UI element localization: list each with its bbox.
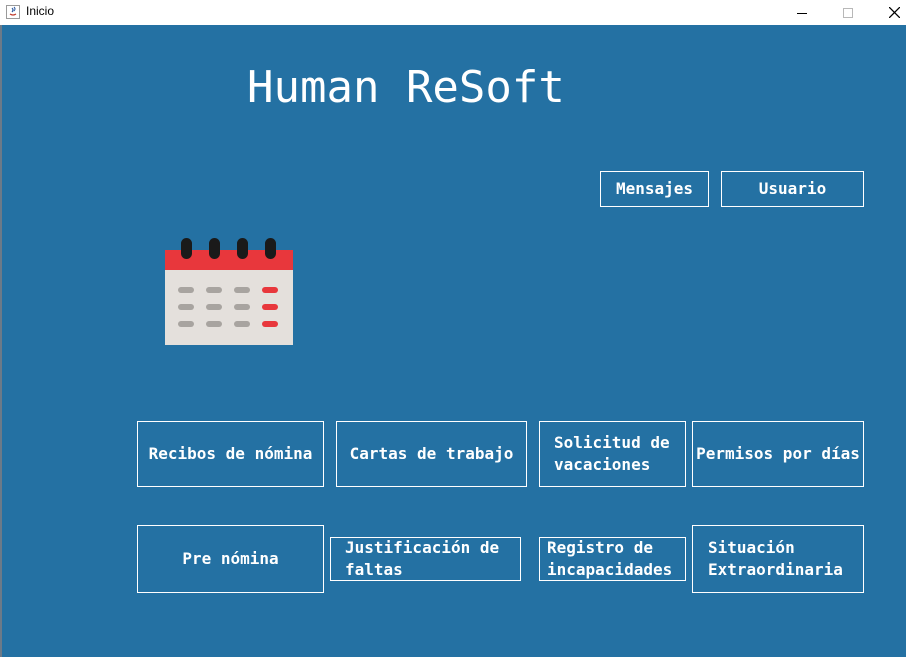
extraordinary-situation-button[interactable]: Situación Extraordinaria: [692, 525, 864, 593]
window-titlebar: Inicio: [0, 0, 917, 25]
minimize-button[interactable]: [779, 0, 825, 25]
absence-justification-label-line2: faltas: [345, 560, 403, 579]
calendar-icon: [165, 238, 293, 345]
close-icon: [888, 7, 900, 18]
window-right-margin: [906, 25, 917, 657]
work-letters-button[interactable]: Cartas de trabajo: [336, 421, 527, 487]
app-title: Human ReSoft: [247, 62, 565, 113]
pre-payroll-button[interactable]: Pre nómina: [137, 525, 324, 593]
window-title: Inicio: [26, 4, 55, 18]
extraordinary-situation-label-line1: Situación: [708, 538, 795, 557]
vacation-request-button[interactable]: Solicitud de vacaciones: [539, 421, 686, 487]
maximize-icon: [843, 7, 853, 18]
minimize-icon: [797, 12, 807, 14]
java-app-icon: [6, 5, 20, 19]
absence-justification-label-line1: Justificación de: [345, 538, 500, 557]
extraordinary-situation-label-line2: Extraordinaria: [708, 560, 843, 579]
day-permits-button[interactable]: Permisos por días: [692, 421, 864, 487]
disability-registration-label-line1: Registro de: [547, 538, 653, 557]
close-button[interactable]: [871, 0, 917, 25]
vacation-request-label-line1: Solicitud de: [554, 433, 670, 452]
maximize-button[interactable]: [825, 0, 871, 25]
user-button[interactable]: Usuario: [721, 171, 864, 207]
payroll-receipts-button[interactable]: Recibos de nómina: [137, 421, 324, 487]
disability-registration-button[interactable]: Registro de incapacidades: [539, 537, 686, 581]
vacation-request-label-line2: vacaciones: [554, 455, 651, 474]
disability-registration-label-line2: incapacidades: [547, 560, 673, 579]
absence-justification-button[interactable]: Justificación de faltas: [330, 537, 521, 581]
messages-button[interactable]: Mensajes: [600, 171, 709, 207]
